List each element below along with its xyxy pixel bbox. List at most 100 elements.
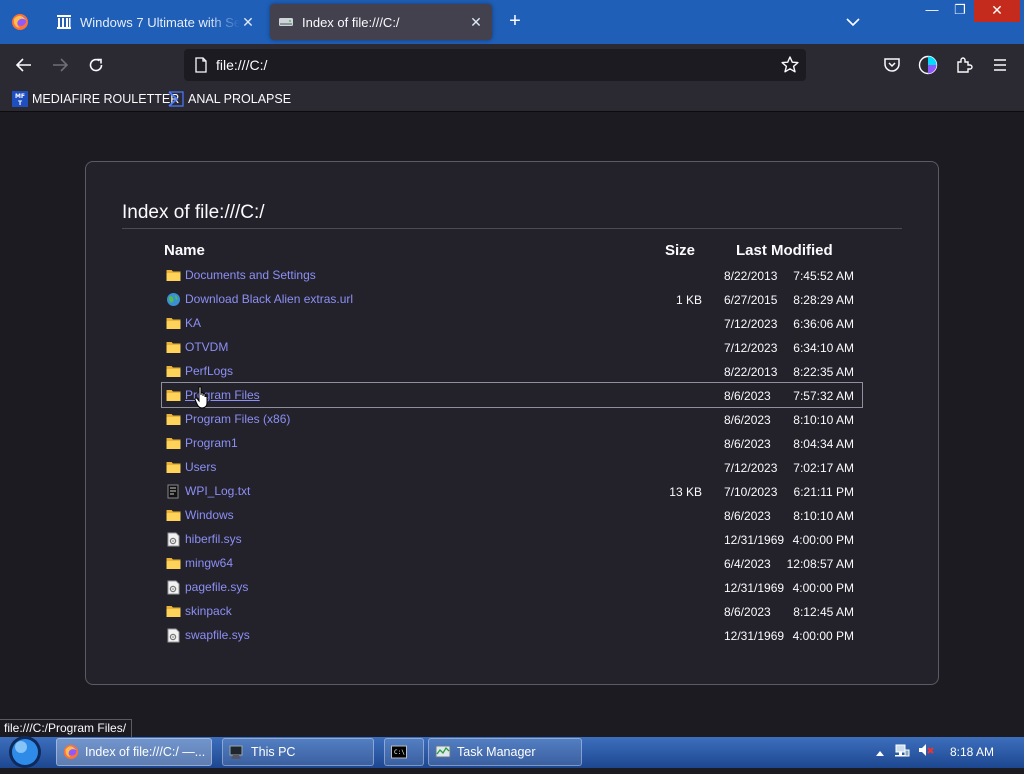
file-time: 6:36:06 AM — [793, 317, 854, 331]
file-time: 8:10:10 AM — [793, 413, 854, 427]
system-file-icon — [166, 532, 181, 547]
file-link[interactable]: PerfLogs — [185, 364, 233, 378]
column-header-last-modified[interactable]: Last Modified — [736, 242, 833, 259]
bookmark-anal-prolapse[interactable]: ANAL PROLAPSE — [168, 89, 291, 109]
file-time: 12:08:57 AM — [786, 557, 854, 571]
folder-icon — [166, 364, 181, 378]
pocket-icon[interactable] — [880, 53, 904, 77]
address-bar[interactable]: file:///C:/ — [184, 49, 806, 81]
new-tab-button[interactable]: + — [504, 10, 526, 34]
bookmark-label: MEDIAFIRE ROULETTER — [32, 92, 180, 106]
file-size: 13 KB — [669, 485, 702, 499]
drive-icon — [278, 14, 294, 30]
table-row[interactable]: Users 7/12/2023 7:02:17 AM — [162, 455, 862, 479]
reload-icon[interactable] — [84, 53, 108, 77]
table-row[interactable]: KA 7/12/2023 6:36:06 AM — [162, 311, 862, 335]
table-row[interactable]: Documents and Settings 8/22/2013 7:45:52 A… — [162, 263, 862, 287]
start-button[interactable] — [4, 735, 46, 769]
account-icon[interactable] — [916, 53, 940, 77]
tab-strip: Windows 7 Ultimate with Servic ✕ Index o… — [0, 0, 1024, 44]
file-link[interactable]: Program1 — [185, 436, 238, 450]
file-link[interactable]: Documents and Settings — [185, 268, 316, 282]
column-header-name[interactable]: Name — [164, 242, 205, 259]
file-date: 7/10/2023 — [724, 485, 778, 499]
file-link[interactable]: KA — [185, 316, 201, 330]
table-row[interactable]: OTVDM 7/12/2023 6:34:10 AM — [162, 335, 862, 359]
taskbar-firefox-button[interactable]: Index of file:///C:/ —... — [56, 738, 212, 766]
table-row[interactable]: Windows 8/6/2023 8:10:10 AM — [162, 503, 862, 527]
maximize-button[interactable]: ❐ — [946, 0, 974, 22]
bookmark-favicon-icon — [168, 91, 184, 107]
list-all-tabs-chevron-icon[interactable] — [842, 12, 864, 32]
tab-label: Index of file:///C:/ — [302, 14, 400, 30]
folder-icon — [166, 268, 181, 282]
computer-icon — [229, 744, 245, 760]
file-link[interactable]: hiberfil.sys — [185, 532, 242, 546]
table-row[interactable]: skinpack 8/6/2023 8:12:45 AM — [162, 599, 862, 623]
bookmarks-toolbar: MF T MEDIAFIRE ROULETTER ANAL PROLAPSE — [0, 86, 1024, 112]
folder-icon — [166, 556, 181, 570]
tab-index-of-c[interactable]: Index of file:///C:/ ✕ — [270, 4, 492, 40]
tab-windows-7-ultimate[interactable]: Windows 7 Ultimate with Servic ✕ — [48, 4, 264, 40]
table-row[interactable]: Program Files (x86) 8/6/2023 8:10:10 AM — [162, 407, 862, 431]
file-time: 7:02:17 AM — [793, 461, 854, 475]
taskbar-item-label: Index of file:///C:/ —... — [85, 745, 206, 759]
folder-icon — [166, 340, 181, 354]
taskbar-clock[interactable]: 8:18 AM — [950, 745, 994, 759]
file-time: 7:57:32 AM — [793, 389, 854, 403]
file-link[interactable]: Program Files (x86) — [185, 412, 290, 426]
column-header-size[interactable]: Size — [665, 242, 695, 259]
volume-muted-icon[interactable] — [914, 742, 938, 763]
file-link[interactable]: Windows — [185, 508, 234, 522]
folder-icon — [166, 508, 181, 522]
hand-cursor-icon — [194, 386, 210, 410]
table-row[interactable]: mingw64 6/4/2023 12:08:57 AM — [162, 551, 862, 575]
firefox-view-icon[interactable] — [8, 10, 32, 34]
file-link[interactable]: pagefile.sys — [185, 580, 248, 594]
file-time: 6:34:10 AM — [793, 341, 854, 355]
file-link[interactable]: swapfile.sys — [185, 628, 250, 642]
table-row[interactable]: Program Files 8/6/2023 7:57:32 AM — [161, 382, 863, 408]
folder-icon — [166, 412, 181, 426]
network-icon[interactable] — [890, 742, 914, 763]
taskbar-task-manager-button[interactable]: Task Manager — [428, 738, 582, 766]
close-tab-icon[interactable]: ✕ — [240, 14, 256, 31]
mediafire-icon: MF T — [12, 91, 28, 107]
forward-icon[interactable] — [48, 53, 72, 77]
file-time: 8:12:45 AM — [793, 605, 854, 619]
table-row[interactable]: Download Black Alien extras.url 1 KB 6/27/… — [162, 287, 862, 311]
minimize-button[interactable]: — — [918, 0, 946, 22]
tab-label: Windows 7 Ultimate with Servic — [80, 14, 240, 30]
table-row[interactable]: hiberfil.sys 12/31/1969 4:00:00 PM — [162, 527, 862, 551]
bookmark-mediafire-rouletter[interactable]: MF T MEDIAFIRE ROULETTER — [12, 89, 179, 109]
taskbar: Index of file:///C:/ —... This PC C:\ Ta… — [0, 735, 1024, 769]
file-time: 8:10:10 AM — [793, 509, 854, 523]
folder-icon — [166, 604, 181, 618]
file-date: 8/6/2023 — [724, 413, 771, 427]
show-hidden-icons-icon[interactable] — [870, 744, 890, 762]
taskbar-command-prompt-button[interactable]: C:\ — [384, 738, 424, 766]
taskbar-this-pc-button[interactable]: This PC — [222, 738, 374, 766]
table-row[interactable]: swapfile.sys 12/31/1969 4:00:00 PM — [162, 623, 862, 647]
page-title: Index of file:///C:/ — [122, 202, 902, 229]
bookmark-star-icon[interactable] — [780, 55, 800, 75]
file-date: 6/27/2015 — [724, 293, 778, 307]
folder-icon — [166, 436, 181, 450]
file-date: 12/31/1969 — [724, 533, 785, 547]
file-link[interactable]: skinpack — [185, 604, 232, 618]
table-row[interactable]: WPI_Log.txt 13 KB 7/10/2023 6:21:11 PM — [162, 479, 862, 503]
table-row[interactable]: PerfLogs 8/22/2013 8:22:35 AM — [162, 359, 862, 383]
menu-hamburger-icon[interactable] — [988, 53, 1012, 77]
back-icon[interactable] — [12, 53, 36, 77]
table-row[interactable]: pagefile.sys 12/31/1969 4:00:00 PM — [162, 575, 862, 599]
url-text[interactable]: file:///C:/ — [216, 57, 267, 73]
close-tab-icon[interactable]: ✕ — [468, 14, 484, 31]
table-row[interactable]: Program1 8/6/2023 8:04:34 AM — [162, 431, 862, 455]
file-link[interactable]: OTVDM — [185, 340, 228, 354]
file-link[interactable]: mingw64 — [185, 556, 233, 570]
extensions-icon[interactable] — [952, 53, 976, 77]
file-link[interactable]: Download Black Alien extras.url — [185, 292, 353, 306]
file-link[interactable]: WPI_Log.txt — [185, 484, 250, 498]
close-window-button[interactable]: ✕ — [974, 0, 1020, 22]
file-link[interactable]: Users — [185, 460, 216, 474]
